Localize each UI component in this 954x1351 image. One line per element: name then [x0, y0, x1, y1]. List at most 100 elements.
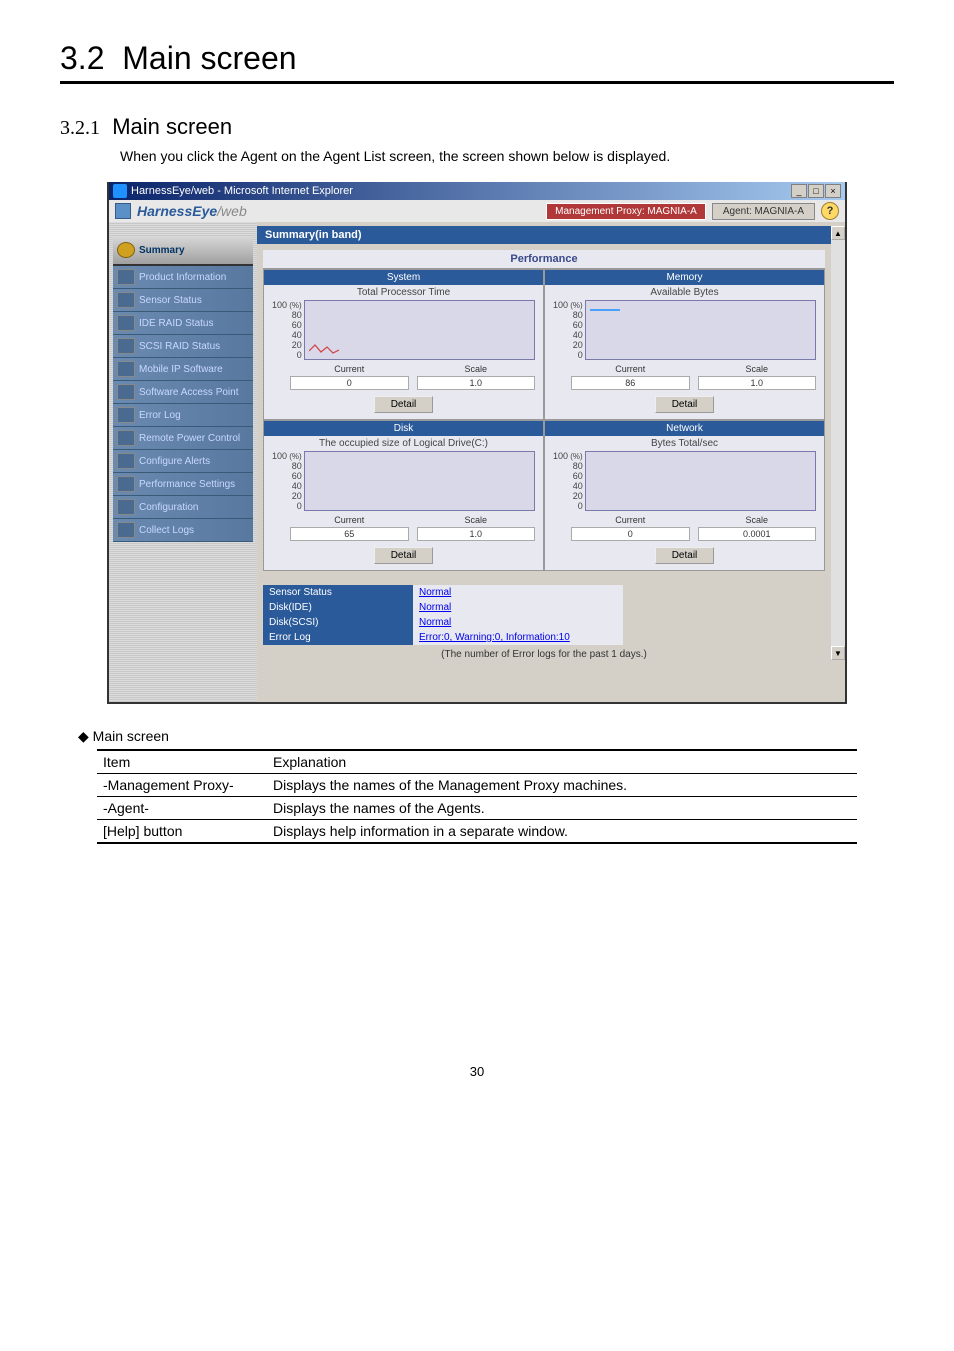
- y-tick: 20: [553, 340, 583, 350]
- chart-disk: Disk The occupied size of Logical Drive(…: [263, 420, 544, 571]
- chart-memory: Memory Available Bytes 100 80 60 40 20 0: [544, 269, 825, 420]
- table-row: -Agent- Displays the names of the Agents…: [97, 797, 857, 820]
- sidebar-item-mobile-ip[interactable]: Mobile IP Software: [113, 358, 253, 381]
- window-buttons: _ □ ×: [791, 184, 841, 198]
- chart-system: System Total Processor Time 100 80 60 40…: [263, 269, 544, 420]
- close-button[interactable]: ×: [825, 184, 841, 198]
- chart-header: System: [264, 270, 543, 285]
- y-tick: 20: [553, 491, 583, 501]
- sidebar-item-configuration[interactable]: Configuration: [113, 496, 253, 519]
- y-tick: 20: [272, 340, 302, 350]
- logo-suffix: /web: [217, 203, 247, 219]
- chart-plot: [585, 300, 816, 360]
- detail-button[interactable]: Detail: [655, 547, 715, 564]
- chart-plot: [304, 300, 535, 360]
- sidebar-item-remote-power[interactable]: Remote Power Control: [113, 427, 253, 450]
- table-cell-explanation: Displays the names of the Agents.: [267, 797, 857, 820]
- scroll-up-icon[interactable]: ▲: [831, 226, 845, 240]
- performance-title: Performance: [263, 250, 825, 269]
- sidebar-item-label: Software Access Point: [139, 387, 239, 398]
- y-tick: 100: [553, 300, 583, 310]
- table-row: Error Log Error:0, Warning:0, Information…: [263, 630, 623, 645]
- help-button[interactable]: ?: [821, 202, 839, 220]
- current-value: 65: [290, 527, 409, 541]
- section-number: 3.2: [60, 40, 104, 76]
- chart-plot: [585, 451, 816, 511]
- table-cell-item: -Agent-: [97, 797, 267, 820]
- sidebar-item-error-log[interactable]: Error Log: [113, 404, 253, 427]
- alert-icon: [117, 453, 135, 469]
- browser-window: HarnessEye/web - Microsoft Internet Expl…: [107, 182, 847, 704]
- y-tick: 20: [272, 491, 302, 501]
- chart-subtitle: Total Processor Time: [272, 287, 535, 298]
- sidebar-item-sensor-status[interactable]: Sensor Status: [113, 289, 253, 312]
- chart-subtitle: The occupied size of Logical Drive(C:): [272, 438, 535, 449]
- scroll-down-icon[interactable]: ▼: [831, 646, 845, 660]
- status-link[interactable]: Error:0, Warning:0, Information:10: [419, 632, 570, 643]
- maximize-button[interactable]: □: [808, 184, 824, 198]
- agent-label: Agent: MAGNIA-A: [712, 203, 815, 220]
- config-icon: [117, 499, 135, 515]
- section-name: Main screen: [122, 40, 296, 76]
- app-header: HarnessEye/web Management Proxy: MAGNIA-…: [109, 200, 845, 222]
- table-cell-explanation: Displays help information in a separate …: [267, 820, 857, 844]
- sidebar-item-label: Sensor Status: [139, 295, 202, 306]
- sidebar-item-collect-logs[interactable]: Collect Logs: [113, 519, 253, 542]
- status-label: Disk(SCSI): [263, 615, 413, 630]
- window-titlebar: HarnessEye/web - Microsoft Internet Expl…: [109, 182, 845, 200]
- sidebar-item-scsi-raid[interactable]: SCSI RAID Status: [113, 335, 253, 358]
- status-link[interactable]: Normal: [419, 602, 451, 613]
- sidebar-item-perf-settings[interactable]: Performance Settings: [113, 473, 253, 496]
- status-label: Disk(IDE): [263, 600, 413, 615]
- scale-value: 1.0: [417, 376, 536, 390]
- table-row: Sensor StatusNormal: [263, 585, 623, 600]
- scale-value: 1.0: [417, 527, 536, 541]
- y-tick: 100: [272, 300, 302, 310]
- y-tick: 0: [272, 350, 302, 360]
- management-proxy-label: Management Proxy: MAGNIA-A: [546, 203, 706, 220]
- status-label: Error Log: [263, 630, 413, 645]
- table-row: -Management Proxy- Displays the names of…: [97, 774, 857, 797]
- scrollbar[interactable]: ▲ ▼: [831, 226, 845, 660]
- minimize-button[interactable]: _: [791, 184, 807, 198]
- sidebar-item-configure-alerts[interactable]: Configure Alerts: [113, 450, 253, 473]
- y-tick: 40: [272, 481, 302, 491]
- table-cell-item: -Management Proxy-: [97, 774, 267, 797]
- sidebar-item-label: SCSI RAID Status: [139, 341, 220, 352]
- y-tick: 100: [272, 451, 302, 461]
- chart-header: Network: [545, 421, 824, 436]
- app-body: Summary Product Information Sensor Statu…: [109, 222, 845, 702]
- detail-button[interactable]: Detail: [374, 547, 434, 564]
- y-tick: 80: [272, 310, 302, 320]
- status-link[interactable]: Normal: [419, 587, 451, 598]
- y-tick: 0: [553, 501, 583, 511]
- table-header-explanation: Explanation: [267, 750, 857, 774]
- scale-label: Scale: [417, 364, 536, 374]
- settings-icon: [117, 476, 135, 492]
- logo-text: HarnessEye: [137, 203, 217, 219]
- sidebar-item-label: Remote Power Control: [139, 433, 240, 444]
- sidebar-item-summary[interactable]: Summary: [113, 236, 253, 266]
- sidebar-item-software-ap[interactable]: Software Access Point: [113, 381, 253, 404]
- detail-button[interactable]: Detail: [655, 396, 715, 413]
- table-header-item: Item: [97, 750, 267, 774]
- sensor-icon: [117, 292, 135, 308]
- chart-subtitle: Available Bytes: [553, 287, 816, 298]
- y-tick: 40: [272, 330, 302, 340]
- sidebar-item-product-info[interactable]: Product Information: [113, 266, 253, 289]
- scale-label: Scale: [417, 515, 536, 525]
- screenshot: HarnessEye/web - Microsoft Internet Expl…: [107, 182, 847, 704]
- software-icon: [117, 384, 135, 400]
- y-tick: 40: [553, 481, 583, 491]
- ie-icon: [113, 184, 127, 198]
- detail-button[interactable]: Detail: [374, 396, 434, 413]
- doc-table-title: ◆ Main screen: [78, 728, 894, 745]
- y-tick: 100: [553, 451, 583, 461]
- status-link[interactable]: Normal: [419, 617, 451, 628]
- doc-table-caption: Main screen: [93, 728, 169, 744]
- chart-network: Network Bytes Total/sec 100 80 60 40 20 …: [544, 420, 825, 571]
- current-label: Current: [290, 515, 409, 525]
- current-value: 0: [290, 376, 409, 390]
- sidebar-item-label: Product Information: [139, 272, 226, 283]
- sidebar-item-ide-raid[interactable]: IDE RAID Status: [113, 312, 253, 335]
